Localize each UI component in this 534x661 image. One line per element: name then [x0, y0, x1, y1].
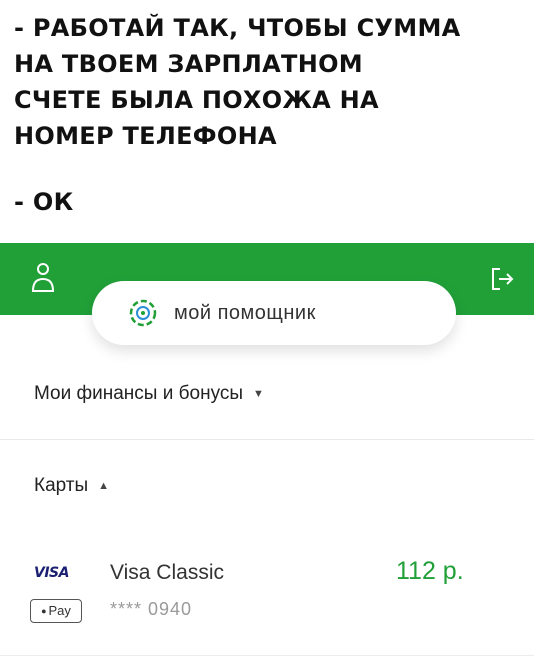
meme-caption: - РАБОТАЙ ТАК, ЧТОБЫ СУММА НА ТВОЕМ ЗАРП… [14, 10, 524, 220]
logout-icon[interactable] [488, 265, 518, 293]
visa-logo: VISA [34, 565, 69, 581]
caption-line: НОМЕР ТЕЛЕФОНА [14, 122, 277, 150]
pay-badge-label: Pay [48, 603, 71, 618]
divider [0, 439, 534, 440]
card-name: Visa Classic [110, 561, 224, 584]
assistant-label: мой помощник [174, 301, 316, 324]
cards-label: Карты [34, 475, 89, 496]
apple-pay-badge: ● Pay [30, 599, 82, 623]
card-number: **** 0940 [110, 599, 193, 619]
user-icon[interactable] [30, 261, 56, 295]
caption-line: - РАБОТАЙ ТАК, ЧТОБЫ СУММА [14, 14, 461, 42]
apple-icon: ● [41, 606, 47, 616]
divider [0, 655, 534, 656]
finances-label: Мои финансы и бонусы [34, 383, 244, 404]
chevron-up-icon: ▲ [98, 480, 110, 492]
cards-section-toggle[interactable]: Карты ▲ [34, 475, 109, 497]
caption-line: СЧЕТЕ БЫЛА ПОХОЖА НА [14, 86, 379, 114]
finances-bonuses-toggle[interactable]: Мои финансы и бонусы ▼ [34, 383, 264, 405]
assistant-button[interactable]: мой помощник [92, 281, 456, 345]
assistant-ring-icon [128, 298, 158, 328]
caption-line: НА ТВОЕМ ЗАРПЛАТНОМ [14, 50, 363, 78]
card-balance: 112 р. [396, 557, 464, 585]
bank-app-screen: мой помощник Мои финансы и бонусы ▼ Карт… [0, 243, 534, 661]
caption-reply: - ОК [14, 188, 74, 216]
card-list-item[interactable]: VISA ● Pay Visa Classic **** 0940 112 р. [0, 553, 534, 633]
chevron-down-icon: ▼ [253, 388, 264, 400]
